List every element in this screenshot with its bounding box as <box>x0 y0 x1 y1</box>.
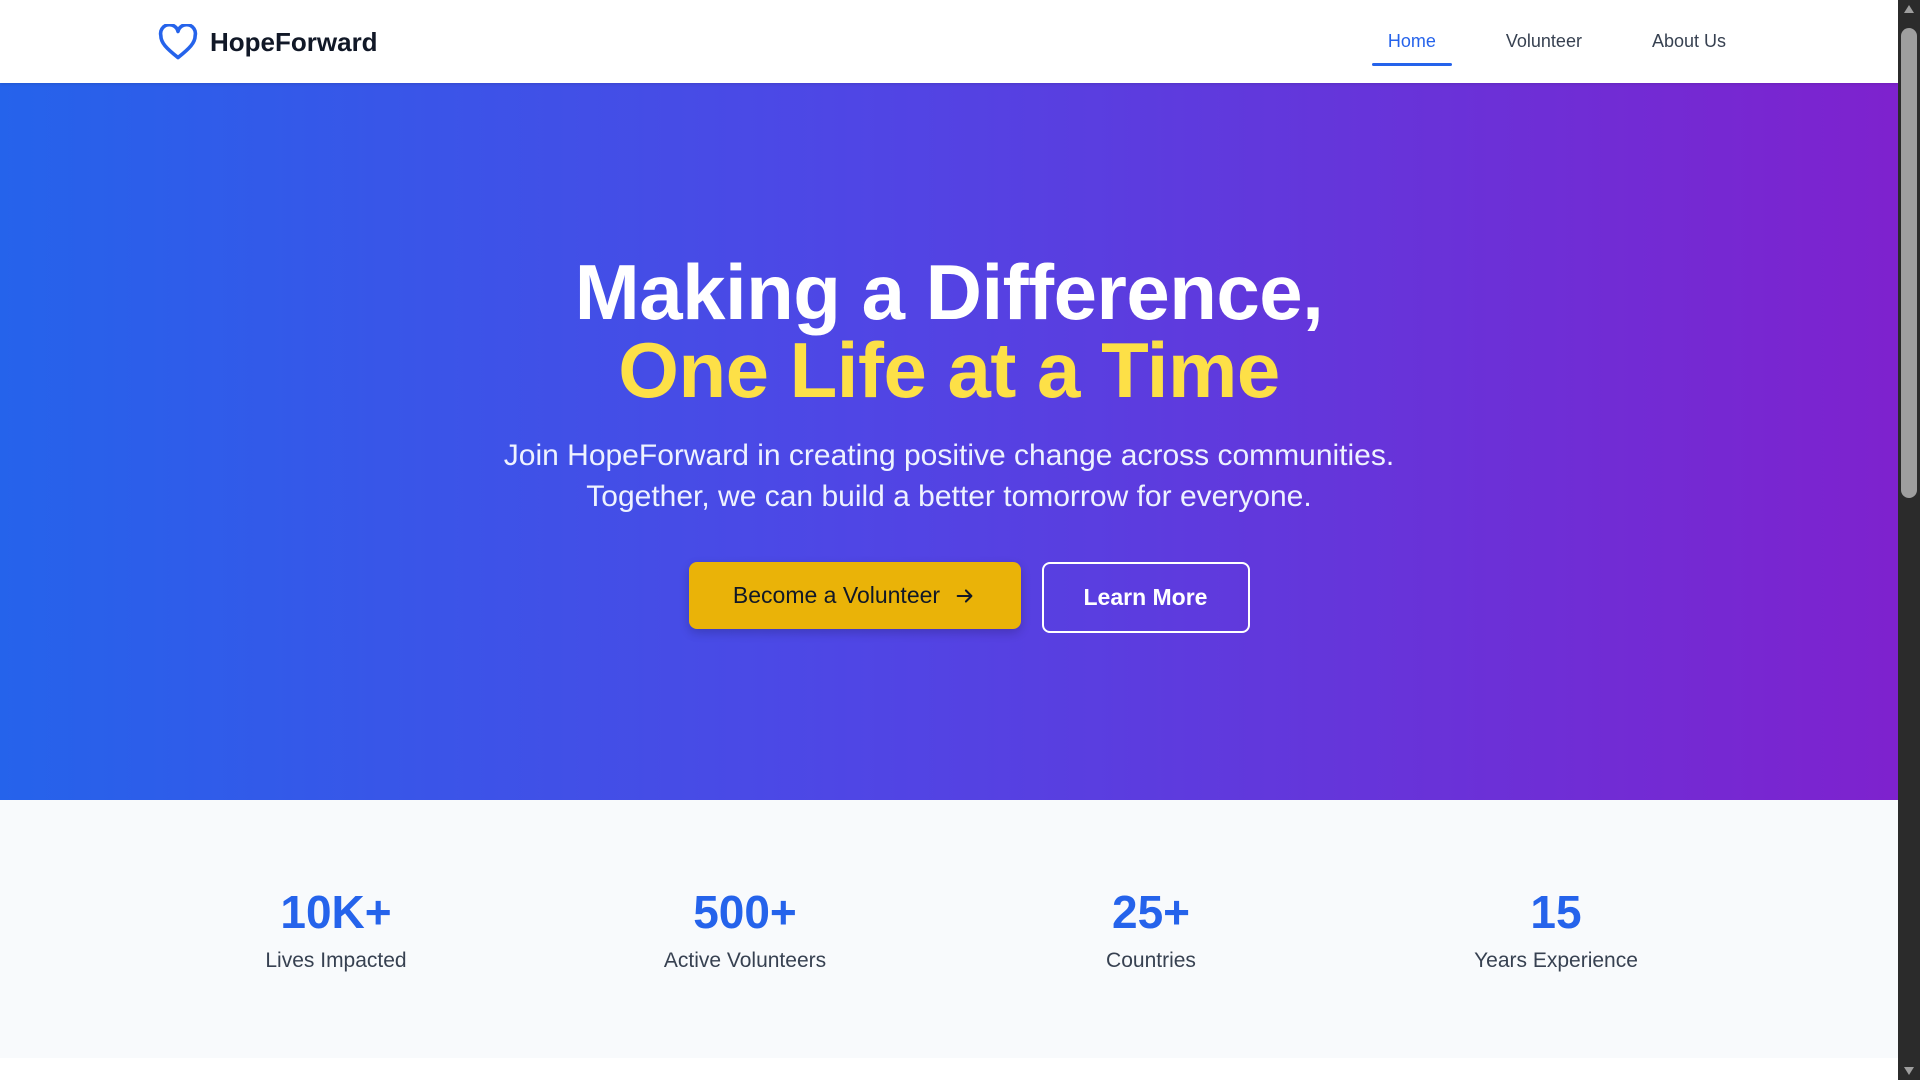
stat-value: 500+ <box>693 886 797 938</box>
stat-value: 25+ <box>1111 886 1191 938</box>
browser-viewport: HopeForward Home Volunteer About Us Maki… <box>0 0 1920 1080</box>
stat-years-experience: 15 Years Experience <box>1376 889 1736 973</box>
learn-more-button[interactable]: Learn More <box>1041 562 1250 633</box>
hero-section: Making a Difference, One Life at a Time … <box>0 83 1898 800</box>
nav-about-us[interactable]: About Us <box>1636 0 1742 83</box>
hero-subtitle: Join HopeForward in creating positive ch… <box>0 435 1898 517</box>
arrow-right-icon <box>956 588 973 603</box>
stat-label: Countries <box>1106 949 1196 972</box>
stat-active-volunteers: 500+ Active Volunteers <box>565 889 925 973</box>
become-volunteer-button[interactable]: Become a Volunteer <box>688 562 1021 629</box>
nav-home[interactable]: Home <box>1371 0 1452 83</box>
stat-label: Years Experience <box>1474 949 1638 972</box>
scrollbar-thumb[interactable] <box>1901 28 1917 498</box>
become-volunteer-label: Become a Volunteer <box>732 582 941 608</box>
stat-countries: 25+ Countries <box>971 889 1331 973</box>
scroll-down-arrow-icon[interactable] <box>1898 1062 1920 1080</box>
heart-icon <box>158 24 198 60</box>
main-nav: Home Volunteer About Us <box>1334 0 1742 83</box>
hero-title-line1: Making a Difference, <box>574 248 1324 336</box>
vertical-scrollbar[interactable] <box>1898 0 1920 1080</box>
hero-title-line2: One Life at a Time <box>618 326 1280 414</box>
stats-section: 10K+ Lives Impacted 500+ Active Voluntee… <box>0 800 1898 1058</box>
next-section-edge <box>0 1058 1898 1080</box>
nav-volunteer[interactable]: Volunteer <box>1490 0 1598 83</box>
brand-logo[interactable]: HopeForward <box>158 24 378 60</box>
stat-value: 15 <box>1530 886 1582 938</box>
hero-title: Making a Difference, One Life at a Time <box>0 253 1898 409</box>
stat-label: Active Volunteers <box>663 949 827 972</box>
site-header: HopeForward Home Volunteer About Us <box>0 0 1898 83</box>
hero-buttons: Become a Volunteer Learn More <box>0 562 1898 633</box>
scroll-up-arrow-icon[interactable] <box>1898 0 1920 18</box>
page: HopeForward Home Volunteer About Us Maki… <box>0 0 1898 1080</box>
hero-subtitle-line1: Join HopeForward in creating positive ch… <box>503 439 1395 472</box>
stat-label: Lives Impacted <box>265 949 407 972</box>
stat-value: 10K+ <box>280 886 392 938</box>
hero-subtitle-line2: Together, we can build a better tomorrow… <box>586 480 1312 513</box>
brand-name: HopeForward <box>210 26 378 57</box>
stat-lives-impacted: 10K+ Lives Impacted <box>156 889 516 973</box>
